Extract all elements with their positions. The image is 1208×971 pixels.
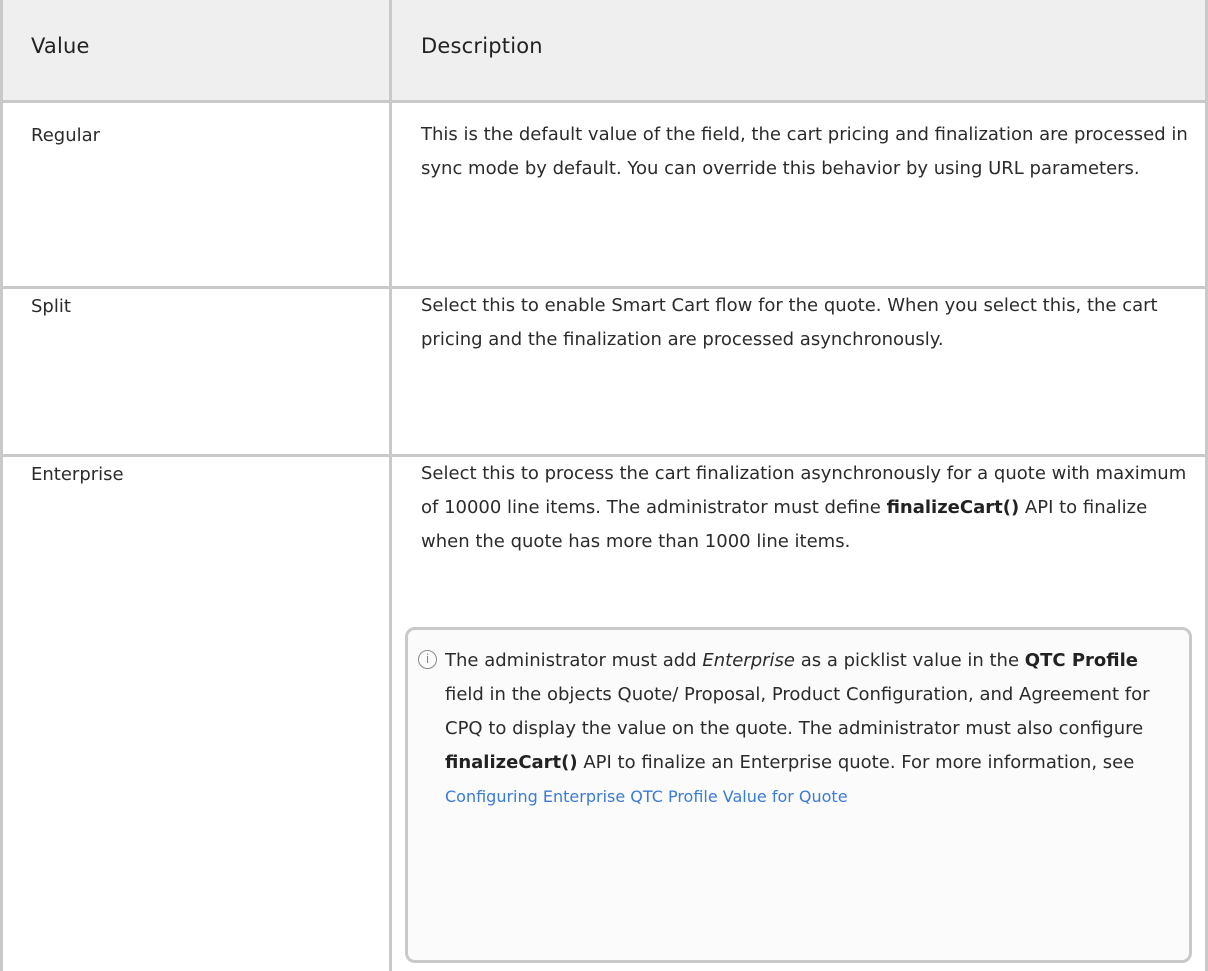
table-header: Value Description — [0, 0, 1208, 103]
note-api-name: finalizeCart() — [445, 752, 578, 773]
column-divider — [389, 0, 392, 971]
note-text: The administrator must add Enterprise as… — [445, 644, 1180, 814]
note-text-part: field in the objects Quote/ Proposal, Pr… — [445, 684, 1150, 739]
table-border-left — [0, 0, 3, 971]
row-value-split: Split — [31, 296, 71, 317]
row-value-enterprise: Enterprise — [31, 464, 124, 485]
row-description-split: Select this to enable Smart Cart flow fo… — [421, 295, 1158, 350]
note-field-name: QTC Profile — [1024, 650, 1138, 671]
configuring-enterprise-link[interactable]: Configuring Enterprise QTC Profile Value… — [445, 787, 848, 806]
info-note: i The administrator must add Enterprise … — [405, 627, 1192, 963]
info-icon: i — [418, 650, 437, 669]
header-value: Value — [31, 34, 90, 58]
row-value-regular: Regular — [31, 125, 101, 146]
row-description-regular: This is the default value of the field, … — [421, 124, 1188, 179]
note-text-part: API to finalize an Enterprise quote. For… — [577, 752, 1135, 773]
note-emphasis: Enterprise — [702, 650, 795, 671]
row-description-enterprise: Select this to process the cart finaliza… — [421, 457, 1196, 559]
qtc-profile-values-table: Value Description Regular This is the de… — [0, 0, 1208, 971]
note-text-part: as a picklist value in the — [794, 650, 1025, 671]
desc-api-name: finalizeCart() — [886, 497, 1020, 518]
header-description: Description — [421, 34, 543, 58]
note-text-part: The administrator must add — [445, 650, 703, 671]
